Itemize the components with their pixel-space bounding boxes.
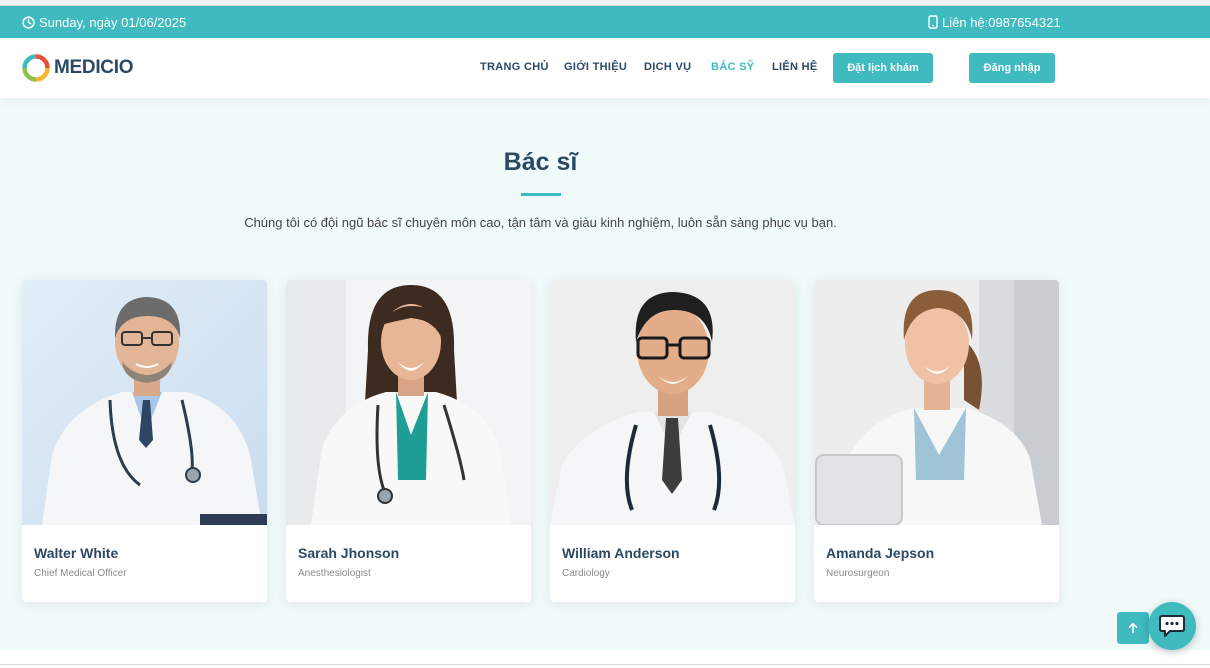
book-appointment-button[interactable]: Đặt lịch khám [833,53,933,83]
doctor-photo [22,280,267,525]
section-description: Chúng tôi có đội ngũ bác sĩ chuyên môn c… [244,215,837,230]
doctors-section: Bác sĩ Chúng tôi có đội ngũ bác sĩ chuyê… [0,98,1210,650]
nav-about[interactable]: GIỚI THIỆU [564,61,627,73]
nav-services[interactable]: DỊCH VỤ [644,61,691,73]
page-bottom-divider [0,664,1210,665]
clock-icon [22,15,35,29]
back-to-top-button[interactable] [1117,612,1149,644]
doctor-name: William Anderson [562,545,680,561]
logo[interactable]: MEDICIO [22,54,133,82]
chat-button[interactable] [1148,602,1196,650]
doctor-name: Sarah Jhonson [298,545,400,561]
nav-contact[interactable]: LIÊN HỆ [772,61,818,73]
doctor-name: Amanda Jepson [826,545,935,561]
arrow-up-icon [1128,622,1138,634]
login-button[interactable]: Đăng nhập [969,53,1055,83]
doctor-photo [286,280,531,525]
logo-text: MEDICIO [54,57,134,78]
header: MEDICIO TRANG CHỦ GIỚI THIỆU DỊCH VỤ BÁC… [0,38,1210,98]
logo-ring-icon [22,54,50,82]
chat-bubble-icon [1159,615,1185,637]
topbar: Sunday, ngày 01/06/2025 Liên hệ:09876543… [0,6,1210,38]
doctor-card[interactable]: Walter White Chief Medical Officer [22,280,267,602]
topbar-date: Sunday, ngày 01/06/2025 [22,6,186,38]
doctor-role: Chief Medical Officer [34,568,127,579]
doctor-card[interactable]: William Anderson Cardiology [550,280,795,602]
doctor-card[interactable]: Amanda Jepson Neurosurgeon [814,280,1059,602]
topbar-contact[interactable]: Liên hệ:0987654321 [928,6,1061,38]
doctor-photo [814,280,1059,525]
doctor-role: Cardiology [562,568,610,579]
doctor-role: Neurosurgeon [826,568,890,579]
date-text: Sunday, ngày 01/06/2025 [39,14,187,30]
nav-home[interactable]: TRANG CHỦ [480,61,549,73]
doctor-card[interactable]: Sarah Jhonson Anesthesiologist [286,280,531,602]
doctor-photo [550,280,795,525]
contact-text: Liên hệ:0987654321 [942,14,1061,30]
doctor-name: Walter White [34,545,119,561]
phone-icon [928,15,938,29]
doctor-role: Anesthesiologist [298,568,371,579]
title-underline [521,193,561,196]
section-title: Bác sĩ [503,148,578,176]
nav-doctors[interactable]: BÁC SỸ [711,61,754,73]
